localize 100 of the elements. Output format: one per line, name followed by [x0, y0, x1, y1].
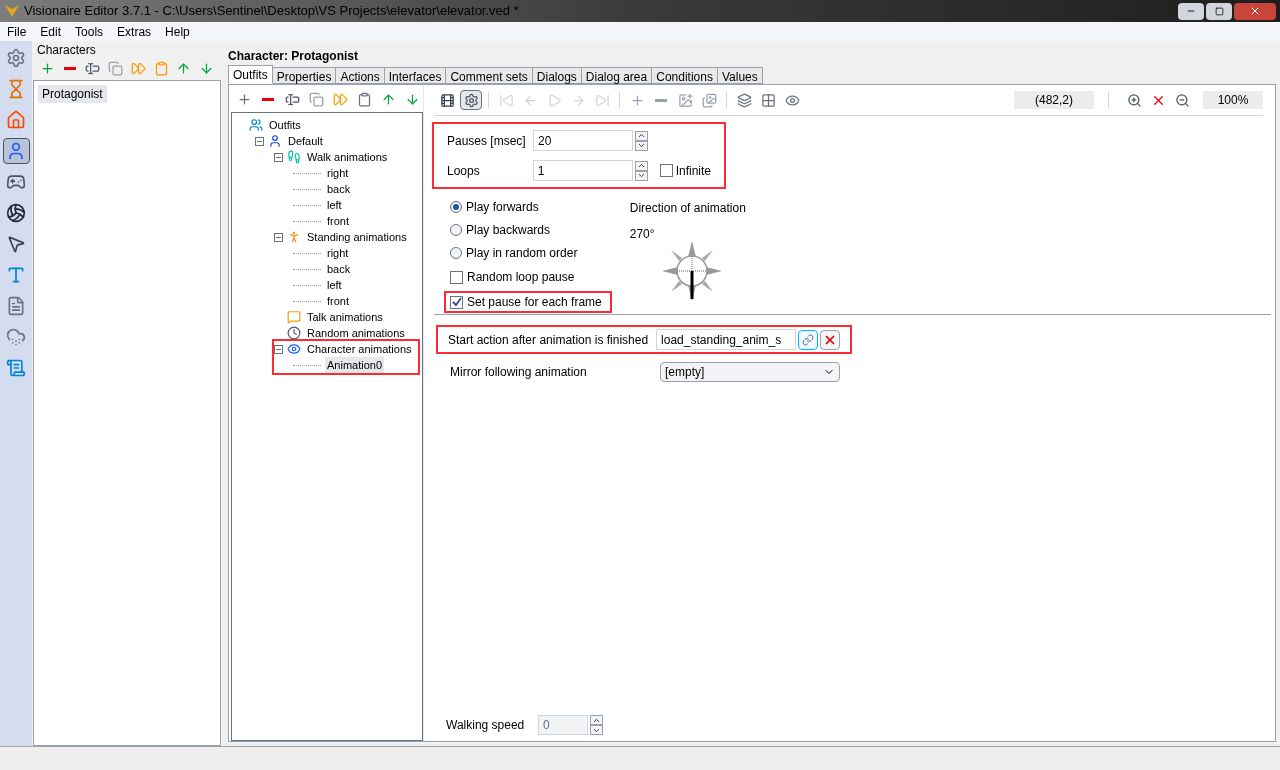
- text-cursor-icon: [284, 91, 300, 107]
- eye-icon: [784, 92, 800, 108]
- tree-item[interactable]: front: [325, 212, 351, 230]
- cursor-icon: [6, 234, 26, 254]
- checkbox[interactable]: [450, 270, 463, 284]
- checkmark-icon: [451, 297, 462, 307]
- tab[interactable]: Conditions: [651, 67, 718, 84]
- clipboard-icon: [356, 91, 372, 107]
- section-heading: Character: Protagonist: [228, 48, 360, 65]
- tree-item[interactable]: Talk animations: [305, 308, 385, 326]
- list-item[interactable]: Protagonist: [38, 85, 107, 103]
- number-field[interactable]: 20: [533, 130, 633, 151]
- radio-label: Play forwards: [466, 199, 539, 216]
- tree-item[interactable]: Walk animations: [305, 148, 390, 166]
- fast-forward-icon: [130, 60, 146, 76]
- film-icon: [439, 92, 455, 108]
- action-field[interactable]: load_standing_anim_s: [656, 329, 797, 350]
- copy-icon: [108, 60, 124, 76]
- close-button[interactable]: [1234, 2, 1276, 20]
- tree-item[interactable]: back: [325, 260, 353, 278]
- maximize-button[interactable]: [1206, 2, 1232, 20]
- play-icon: [546, 92, 562, 108]
- chevron-down-icon: [637, 141, 646, 150]
- panel-title: Characters: [36, 42, 97, 56]
- window-title: Visionaire Editor 3.7.1 - C:\Users\Sentinel\Desktop\VS Projects\elevator\elevator.ved *: [24, 2, 519, 21]
- speech-bubble-icon: [287, 310, 301, 324]
- house-icon: [6, 110, 26, 130]
- tree-item[interactable]: Animation0: [325, 356, 385, 374]
- grid-icon: [760, 92, 776, 108]
- menu-item[interactable]: Extras: [110, 22, 159, 41]
- spin-up-button[interactable]: [590, 715, 603, 725]
- spin-up-button[interactable]: [634, 160, 648, 171]
- collapse-toggle[interactable]: [274, 344, 283, 354]
- document-icon: [6, 296, 26, 316]
- checkbox-label: Infinite: [675, 162, 711, 180]
- tree-item[interactable]: Character animations: [305, 340, 414, 358]
- link-button[interactable]: [798, 329, 819, 350]
- tree-item[interactable]: Standing animations: [305, 228, 409, 246]
- tab[interactable]: Outfits: [228, 65, 273, 84]
- checkbox[interactable]: [450, 295, 463, 309]
- number-field[interactable]: 1: [532, 160, 633, 181]
- spin-up-button[interactable]: [635, 130, 648, 141]
- tab[interactable]: Actions: [335, 67, 385, 84]
- tree-item[interactable]: left: [325, 276, 344, 294]
- fast-forward-icon: [332, 91, 348, 107]
- tree-item[interactable]: left: [325, 196, 344, 214]
- tree-item[interactable]: right: [325, 164, 351, 182]
- menu-item[interactable]: Tools: [68, 22, 111, 41]
- tree-item[interactable]: right: [325, 244, 351, 262]
- scroll-icon: [6, 358, 26, 378]
- tree-item[interactable]: Default: [286, 132, 325, 150]
- person-button[interactable]: [2, 138, 30, 164]
- collapse-toggle[interactable]: [255, 136, 264, 146]
- tab[interactable]: Interfaces: [383, 67, 447, 84]
- radio-label: Play in random order: [466, 245, 578, 262]
- ball-icon: [6, 203, 26, 223]
- field-label: Start action after animation is finished: [448, 331, 649, 349]
- dropdown[interactable]: [empty]: [660, 362, 840, 382]
- menu-item[interactable]: File: [0, 22, 34, 41]
- minimize-button[interactable]: [1178, 2, 1204, 20]
- spin-down-button[interactable]: [634, 170, 648, 181]
- chevron-down-icon: [636, 171, 646, 180]
- tab[interactable]: Dialog area: [580, 67, 653, 84]
- tab[interactable]: Properties: [271, 67, 337, 84]
- spin-down-button[interactable]: [635, 140, 648, 151]
- tree-item[interactable]: Outfits: [267, 116, 303, 134]
- users-icon: [249, 118, 263, 132]
- zoom-in-icon: [1126, 92, 1142, 108]
- radio-button[interactable]: [450, 224, 462, 236]
- clear-button[interactable]: [820, 329, 841, 350]
- collapse-toggle[interactable]: [274, 152, 283, 162]
- tab[interactable]: Comment sets: [445, 67, 533, 84]
- checkbox[interactable]: [659, 164, 673, 177]
- skip-forward-icon: [594, 92, 610, 108]
- frames-button[interactable]: [460, 90, 482, 110]
- tree-item[interactable]: back: [325, 180, 353, 198]
- tab[interactable]: Values: [716, 67, 763, 84]
- radio-button[interactable]: [450, 247, 462, 259]
- tree-item[interactable]: front: [325, 292, 351, 310]
- minus-icon: [655, 98, 667, 102]
- arrow-down-icon: [404, 91, 420, 107]
- maximize-icon: [1214, 6, 1224, 16]
- tab[interactable]: Dialogs: [531, 67, 582, 84]
- clock-icon: [287, 326, 301, 340]
- field-label: Walking speed: [446, 717, 526, 734]
- layers-icon: [736, 92, 752, 108]
- spin-down-button[interactable]: [590, 725, 603, 735]
- cloud-icon: [6, 327, 26, 347]
- field-label: Loops: [447, 162, 481, 180]
- tree-item[interactable]: Random animations: [305, 324, 407, 342]
- images-icon: [701, 92, 717, 108]
- cursor-position: (482,2): [1014, 91, 1094, 109]
- menu-item[interactable]: Help: [158, 22, 197, 41]
- minus-icon: [262, 97, 274, 101]
- radio-button[interactable]: [450, 201, 462, 213]
- letter-icon: [6, 265, 26, 285]
- menu-item[interactable]: Edit: [33, 22, 69, 41]
- gamepad-icon: [6, 172, 26, 192]
- collapse-toggle[interactable]: [274, 232, 283, 242]
- plus-icon: [629, 92, 645, 108]
